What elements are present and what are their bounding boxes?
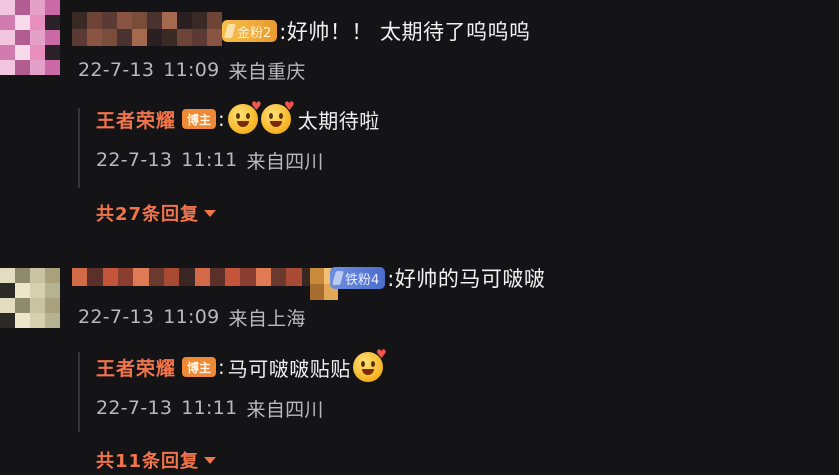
badge-tip-icon	[224, 24, 236, 38]
username-blurred[interactable]	[72, 12, 222, 46]
fan-badge-label: 铁粉4	[345, 272, 380, 288]
reply-author[interactable]: 王者荣耀	[96, 354, 176, 381]
badge-tip-icon	[332, 271, 344, 285]
comment-date: 22-7-13	[78, 306, 155, 328]
comment-1-meta: 22-7-13 11:09 来自重庆	[78, 58, 306, 83]
comment-text: :好帅！！ 太期待了呜呜呜	[279, 20, 531, 44]
reply-1-meta: 22-7-13 11:11 来自四川	[96, 148, 324, 173]
reply-date: 22-7-13	[96, 397, 173, 419]
reply-location: 来自四川	[246, 398, 324, 421]
reply-2-meta: 22-7-13 11:11 来自四川	[96, 396, 324, 421]
heart-face-emoji-icon: ♥	[227, 99, 262, 134]
avatar-blurred[interactable]	[0, 268, 60, 328]
comment-time: 11:09	[163, 306, 220, 328]
reply-time: 11:11	[181, 149, 238, 171]
reply-thread-bar	[78, 352, 80, 432]
comment-2-meta: 22-7-13 11:09 来自上海	[78, 305, 306, 330]
caret-down-icon	[204, 456, 217, 464]
username-blurred[interactable]	[72, 268, 317, 286]
reply-time: 11:11	[181, 397, 238, 419]
more-replies-label[interactable]: 共27条回复	[96, 200, 199, 226]
avatar-blurred[interactable]	[0, 0, 60, 75]
fan-badge-label: 金粉2	[237, 25, 272, 41]
heart-face-emoji-icon: ♥	[352, 347, 387, 382]
more-replies-label[interactable]: 共11条回复	[96, 447, 199, 473]
heart-face-emoji-icon: ♥	[260, 99, 295, 134]
comment-date: 22-7-13	[78, 59, 155, 81]
fan-badge-iron[interactable]: 铁粉4	[330, 267, 386, 289]
comment-1-line: 金粉2 :好帅！！ 太期待了呜呜呜	[222, 16, 531, 46]
caret-down-icon	[204, 209, 217, 217]
reply-1-line: 王者荣耀 博主 : ♥ ♥ 太期待啦	[96, 99, 380, 136]
reply-thread-bar	[78, 108, 80, 188]
reply-colon: :	[218, 355, 225, 379]
author-badge: 博主	[182, 109, 217, 129]
reply-text: 太期待啦	[297, 108, 380, 133]
author-badge: 博主	[182, 357, 217, 377]
fan-badge-gold[interactable]: 金粉2	[222, 20, 278, 42]
more-replies-button[interactable]: 共11条回复	[96, 447, 217, 473]
comment-2-line: 铁粉4 :好帅的马可啵啵	[330, 263, 545, 293]
comment-location: 来自上海	[228, 307, 306, 330]
reply-text: 马可啵啵贴贴	[227, 356, 351, 381]
reply-author[interactable]: 王者荣耀	[96, 106, 176, 133]
comment-text: :好帅的马可啵啵	[387, 267, 546, 291]
comment-time: 11:09	[163, 59, 220, 81]
reply-location: 来自四川	[246, 150, 324, 173]
reply-colon: :	[218, 107, 225, 131]
reply-date: 22-7-13	[96, 149, 173, 171]
more-replies-button[interactable]: 共27条回复	[96, 200, 217, 226]
comment-location: 来自重庆	[228, 60, 306, 83]
reply-2-line: 王者荣耀 博主 : 马可啵啵贴贴 ♥	[96, 347, 387, 384]
